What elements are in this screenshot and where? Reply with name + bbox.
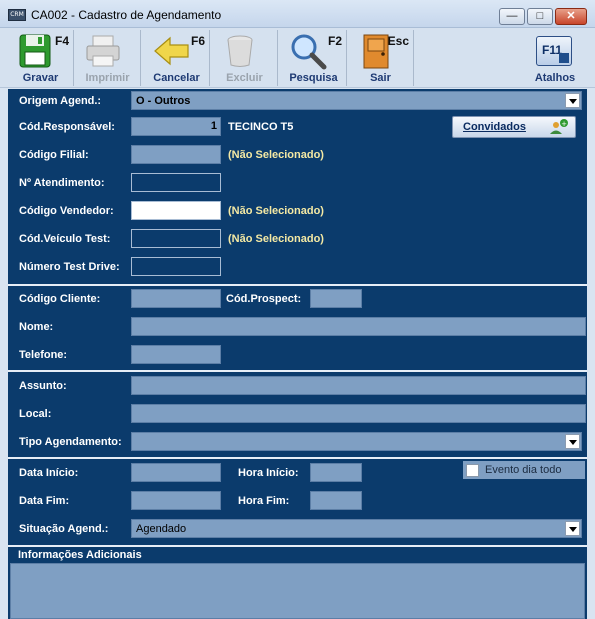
vendedor-field[interactable] — [131, 201, 221, 220]
section-cliente: Código Cliente: Cód.Prospect: Nome: Tele… — [8, 288, 587, 372]
cancelar-button[interactable]: F6 Cancelar — [144, 30, 210, 86]
local-field[interactable] — [131, 404, 586, 423]
add-person-icon: + — [550, 119, 568, 134]
data-inicio-label: Data Início: — [19, 467, 79, 479]
cancelar-label: Cancelar — [153, 72, 200, 84]
responsavel-code: 1 — [210, 120, 217, 132]
nome-field[interactable] — [131, 317, 586, 336]
gravar-button[interactable]: F4 Gravar — [8, 30, 74, 86]
pesquisa-button[interactable]: F2 Pesquisa — [281, 30, 347, 86]
floppy-disk-icon — [19, 34, 51, 68]
sair-button[interactable]: Esc Sair — [348, 30, 414, 86]
trash-icon — [227, 35, 253, 67]
telefone-field[interactable] — [131, 345, 221, 364]
hora-inicio-label: Hora Início: — [238, 467, 299, 479]
imprimir-label: Imprimir — [85, 72, 130, 84]
chevron-down-icon[interactable] — [565, 521, 580, 536]
vendedor-label: Código Vendedor: — [19, 205, 114, 217]
local-label: Local: — [19, 408, 52, 420]
telefone-label: Telefone: — [19, 349, 68, 361]
vendedor-note: (Não Selecionado) — [228, 205, 324, 217]
prospect-label: Cód.Prospect: — [226, 293, 302, 305]
situacao-label: Situação Agend.: — [19, 523, 109, 535]
test-drive-field[interactable] — [131, 257, 221, 276]
window-title: CA002 - Cadastro de Agendamento — [31, 8, 222, 22]
data-inicio-field[interactable] — [131, 463, 221, 482]
printer-icon — [86, 35, 120, 67]
title-bar: CRM CA002 - Cadastro de Agendamento — □ … — [0, 0, 595, 28]
responsavel-label: Cód.Responsável: — [19, 121, 115, 133]
veiculo-field[interactable] — [131, 229, 221, 248]
tipo-label: Tipo Agendamento: — [19, 436, 122, 448]
cliente-field[interactable] — [131, 289, 221, 308]
convidados-label: Convidados — [463, 121, 526, 133]
data-fim-label: Data Fim: — [19, 495, 70, 507]
chevron-down-icon[interactable] — [565, 93, 580, 108]
info-adicionais-header: Informações Adicionais — [18, 549, 142, 561]
data-fim-field[interactable] — [131, 491, 221, 510]
hora-fim-field[interactable] — [310, 491, 362, 510]
shortcut-arrow-icon — [559, 53, 569, 63]
filial-note: (Não Selecionado) — [228, 149, 324, 161]
convidados-button[interactable]: Convidados + — [452, 116, 576, 138]
chevron-down-icon[interactable] — [565, 434, 580, 449]
test-drive-label: Número Test Drive: — [19, 261, 120, 273]
filial-field[interactable] — [131, 145, 221, 164]
minimize-button[interactable]: — — [499, 8, 525, 25]
gravar-label: Gravar — [22, 72, 59, 84]
sair-label: Sair — [370, 72, 391, 84]
pesquisa-label: Pesquisa — [289, 72, 338, 84]
magnifier-icon — [291, 34, 327, 70]
origem-select[interactable]: O - Outros — [131, 91, 582, 110]
origem-value: O - Outros — [136, 95, 191, 107]
close-icon: ✕ — [566, 10, 576, 22]
cancelar-shortcut: F6 — [190, 34, 205, 48]
pesquisa-shortcut: F2 — [327, 34, 342, 48]
hora-inicio-field[interactable] — [310, 463, 362, 482]
assunto-label: Assunto: — [19, 380, 67, 392]
atendimento-label: Nº Atendimento: — [19, 177, 105, 189]
info-adicionais-textarea[interactable] — [10, 563, 585, 619]
maximize-button[interactable]: □ — [527, 8, 553, 25]
svg-text:+: + — [561, 120, 567, 128]
veiculo-note: (Não Selecionado) — [228, 233, 324, 245]
keyboard-key-icon: F11 — [536, 36, 572, 66]
close-button[interactable]: ✕ — [555, 8, 587, 25]
tipo-select[interactable] — [131, 432, 582, 451]
minimize-icon: — — [506, 10, 518, 22]
section-agendamento: Origem Agend.: O - Outros Cód.Responsáve… — [8, 89, 587, 286]
atalhos-label: Atalhos — [534, 72, 576, 84]
app-icon: CRM — [8, 9, 26, 21]
gravar-shortcut: F4 — [54, 34, 69, 48]
back-arrow-icon — [154, 36, 189, 66]
responsavel-name: TECINCO T5 — [228, 121, 294, 133]
section-assunto: Assunto: Local: Tipo Agendamento: — [8, 374, 587, 459]
nome-label: Nome: — [19, 321, 54, 333]
filial-label: Código Filial: — [19, 149, 89, 161]
excluir-label: Excluir — [226, 72, 263, 84]
responsavel-field[interactable]: 1 — [131, 117, 221, 136]
toolbar: F4 Gravar Imprimir F6 Cancelar Excluir F… — [0, 28, 595, 88]
veiculo-label: Cód.Veículo Test: — [19, 233, 111, 245]
situacao-value: Agendado — [136, 523, 187, 535]
imprimir-button[interactable]: Imprimir — [75, 30, 141, 86]
atalhos-button[interactable]: F11 Atalhos — [522, 30, 588, 86]
atendimento-field[interactable] — [131, 173, 221, 192]
evento-dia-todo-checkbox[interactable] — [466, 464, 479, 477]
prospect-field[interactable] — [310, 289, 362, 308]
assunto-field[interactable] — [131, 376, 586, 395]
origem-label: Origem Agend.: — [19, 95, 102, 107]
evento-dia-todo-row[interactable]: Evento dia todo — [463, 461, 585, 479]
evento-dia-todo-label: Evento dia todo — [485, 464, 562, 476]
situacao-select[interactable]: Agendado — [131, 519, 582, 538]
cliente-label: Código Cliente: — [19, 293, 101, 305]
hora-fim-label: Hora Fim: — [238, 495, 290, 507]
form-area: Origem Agend.: O - Outros Cód.Responsáve… — [8, 89, 587, 619]
sair-shortcut: Esc — [387, 34, 409, 48]
maximize-icon: □ — [536, 10, 544, 22]
excluir-button[interactable]: Excluir — [212, 30, 278, 86]
